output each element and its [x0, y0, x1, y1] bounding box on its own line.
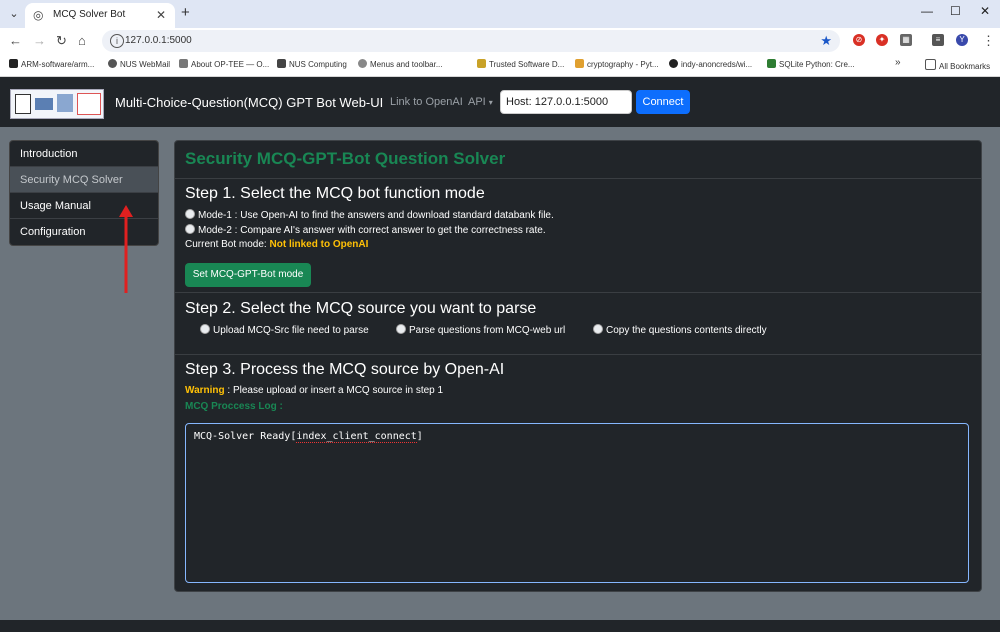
copy-radio[interactable]	[593, 324, 603, 334]
caret-down-icon: ▾	[488, 98, 493, 107]
source-option-copy[interactable]: Copy the questions contents directly	[593, 324, 767, 336]
bookmark-item[interactable]: cryptography - Pyt...	[575, 59, 659, 69]
sidebar-menu: Introduction Security MCQ Solver Usage M…	[9, 140, 159, 246]
bookmark-item[interactable]: NUS WebMail	[108, 59, 170, 69]
bookmark-star-icon[interactable]: ★	[820, 33, 832, 49]
github-icon	[669, 59, 678, 68]
home-icon[interactable]: ⌂	[78, 33, 86, 48]
step1-heading: Step 1. Select the MCQ bot function mode	[185, 185, 485, 202]
page-footer	[0, 620, 1000, 632]
site-icon	[277, 59, 286, 68]
forward-icon[interactable]: →	[33, 33, 46, 48]
bookmark-item[interactable]: Menus and toolbar...	[358, 59, 443, 69]
app-title: Multi-Choice-Question(MCQ) GPT Bot Web-U…	[115, 95, 384, 110]
mode1-radio[interactable]	[185, 209, 195, 219]
browser-toolbar: ← → ↻ ⌂ i 127.0.0.1:5000 ★ ⊘ ✦ ▦ ≡ Y ⋮	[0, 28, 1000, 54]
mode1-option[interactable]: Mode-1 : Use Open-AI to find the answers…	[185, 209, 554, 221]
upload-radio[interactable]	[200, 324, 210, 334]
new-tab-icon[interactable]: +	[181, 5, 190, 21]
url-text: 127.0.0.1:5000	[125, 35, 192, 46]
mode2-radio[interactable]	[185, 224, 195, 234]
menu-kebab-icon[interactable]: ⋮	[982, 33, 995, 48]
site-icon	[767, 59, 776, 68]
solver-panel: Security MCQ-GPT-Bot Question Solver Ste…	[174, 140, 982, 592]
address-bar[interactable]: i 127.0.0.1:5000 ★	[102, 30, 840, 52]
source-option-upload[interactable]: Upload MCQ-Src file need to parse	[200, 324, 369, 336]
bookmark-item[interactable]: indy-anoncreds/wi...	[669, 59, 752, 69]
bookmark-item[interactable]: NUS Computing	[277, 59, 347, 69]
bookmark-item[interactable]: SQLite Python: Cre...	[767, 59, 855, 69]
extension-icon[interactable]: ⊘	[853, 34, 865, 46]
browser-tab-bar: ⌄ ◎ MCQ Solver Bot ✕ + — ☐ ✕	[0, 0, 1000, 28]
divider	[175, 292, 981, 293]
reload-icon[interactable]: ↻	[56, 33, 67, 48]
connect-button[interactable]: Connect	[636, 90, 690, 114]
sidebar-item-configuration[interactable]: Configuration	[10, 219, 158, 245]
host-input[interactable]: Host: 127.0.0.1:5000	[500, 90, 632, 114]
set-bot-mode-button[interactable]: Set MCQ-GPT-Bot mode	[185, 263, 311, 287]
minimize-icon[interactable]: —	[921, 4, 933, 18]
app-navbar: Multi-Choice-Question(MCQ) GPT Bot Web-U…	[0, 77, 1000, 127]
page-icon	[179, 59, 188, 68]
site-icon	[575, 59, 584, 68]
divider	[175, 178, 981, 179]
site-info-icon[interactable]: i	[110, 34, 124, 48]
sidebar-item-usage-manual[interactable]: Usage Manual	[10, 193, 158, 219]
link-to-openai[interactable]: Link to OpenAI	[390, 96, 463, 108]
globe-icon: ◎	[33, 8, 44, 22]
browser-tab[interactable]: ◎ MCQ Solver Bot ✕	[25, 3, 175, 28]
site-icon	[477, 59, 486, 68]
tab-search-icon[interactable]: ⌄	[5, 5, 23, 23]
extensions-puzzle-icon[interactable]: ▦	[900, 34, 912, 46]
more-bookmarks-icon[interactable]: »	[895, 57, 901, 68]
annotation-arrow-icon	[119, 205, 133, 293]
tab-title: MCQ Solver Bot	[53, 9, 126, 20]
warning-message: Warning : Please upload or insert a MCQ …	[185, 385, 444, 396]
process-log-textarea[interactable]: MCQ-Solver Ready[index_client_connect]	[185, 423, 969, 583]
bookmark-item[interactable]: ARM-software/arm...	[9, 59, 94, 69]
panel-title: Security MCQ-GPT-Bot Question Solver	[185, 149, 506, 168]
bot-mode-status: Not linked to OpenAI	[269, 239, 369, 250]
source-option-url[interactable]: Parse questions from MCQ-web url	[396, 324, 565, 336]
divider	[175, 354, 981, 355]
folder-icon	[925, 59, 936, 70]
back-icon[interactable]: ←	[9, 33, 22, 48]
extension-icon[interactable]: ✦	[876, 34, 888, 46]
globe-icon	[358, 59, 367, 68]
github-icon	[9, 59, 18, 68]
sidebar-item-security-mcq-solver[interactable]: Security MCQ Solver	[10, 167, 158, 193]
media-queue-icon[interactable]: ≡	[932, 34, 944, 46]
maximize-icon[interactable]: ☐	[950, 4, 961, 18]
mode2-option[interactable]: Mode-2 : Compare AI's answer with correc…	[185, 224, 546, 236]
all-bookmarks[interactable]: All Bookmarks	[925, 59, 990, 71]
url-radio[interactable]	[396, 324, 406, 334]
bookmark-item[interactable]: About OP-TEE — O...	[179, 59, 269, 69]
step2-heading: Step 2. Select the MCQ source you want t…	[185, 300, 537, 317]
close-tab-icon[interactable]: ✕	[156, 8, 166, 22]
sidebar-item-introduction[interactable]: Introduction	[10, 141, 158, 167]
api-dropdown[interactable]: API ▾	[468, 96, 493, 108]
brand-logo	[10, 89, 104, 119]
profile-avatar[interactable]: Y	[956, 34, 968, 46]
current-bot-mode: Current Bot mode: Not linked to OpenAI	[185, 239, 369, 250]
bookmark-item[interactable]: Trusted Software D...	[477, 59, 564, 69]
bookmarks-bar: ARM-software/arm... NUS WebMail About OP…	[0, 54, 1000, 77]
site-icon	[108, 59, 117, 68]
close-window-icon[interactable]: ✕	[980, 4, 990, 18]
process-log-label: MCQ Proccess Log :	[185, 401, 283, 412]
step3-heading: Step 3. Process the MCQ source by Open-A…	[185, 361, 505, 378]
warning-label: Warning	[185, 385, 225, 396]
